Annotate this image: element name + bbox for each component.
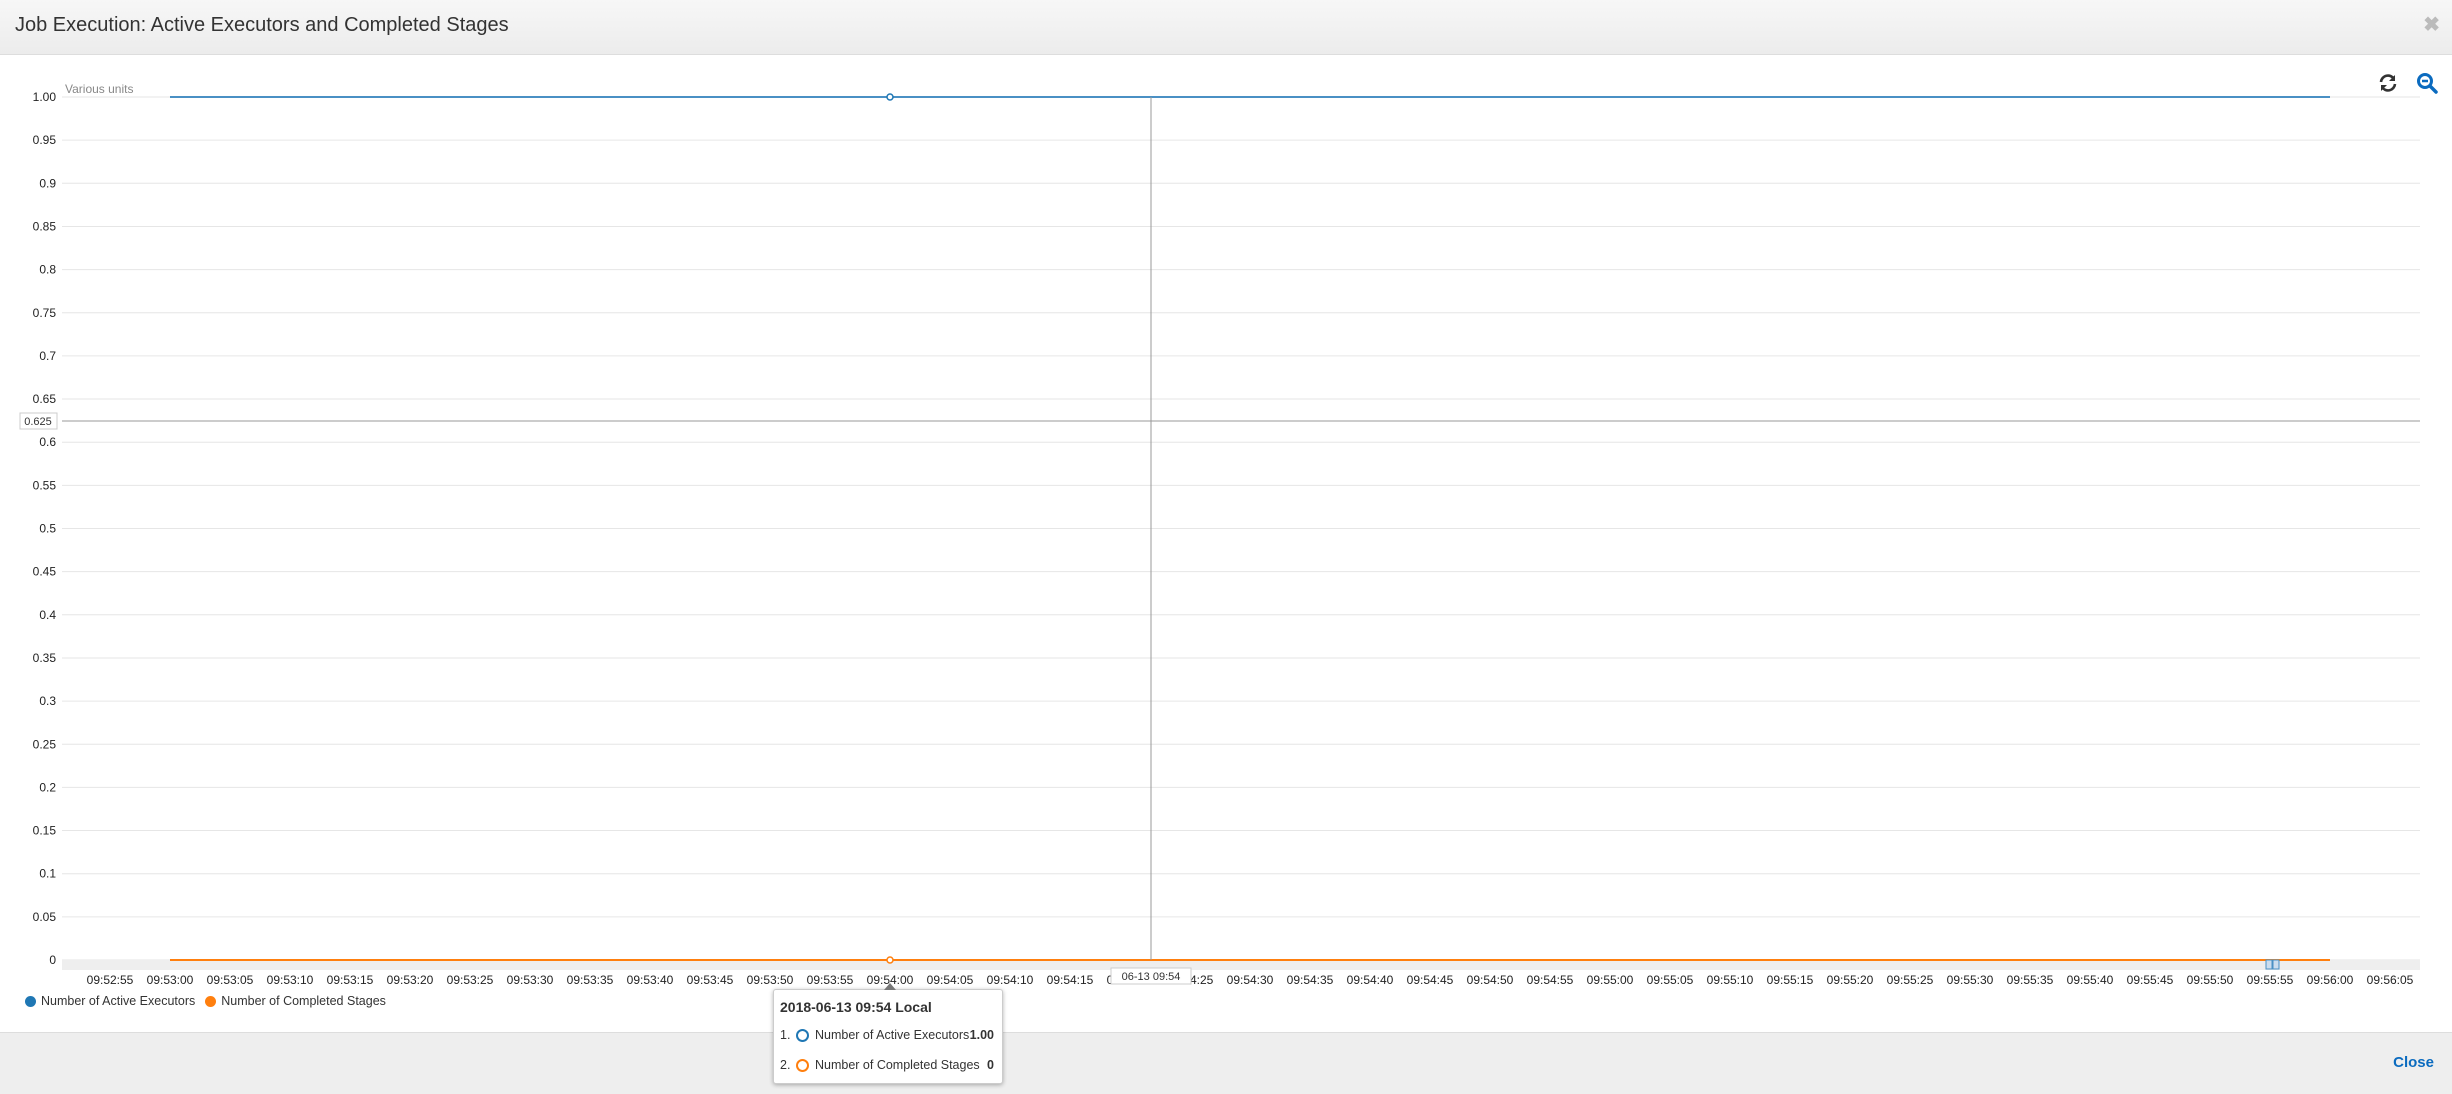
x-tick-label: 09:54:35 — [1287, 973, 1334, 987]
x-tick-label: 09:53:35 — [567, 973, 614, 987]
y-tick-label: 0.05 — [33, 910, 57, 924]
y-tick-label: 0.5 — [39, 522, 56, 536]
x-tick-label: 09:53:10 — [267, 973, 314, 987]
navigator-band — [62, 960, 2420, 970]
x-tick-label: 09:54:50 — [1467, 973, 1514, 987]
y-tick-label: 0.25 — [33, 737, 57, 751]
series-marker-icon — [796, 1058, 809, 1072]
x-tick-label: 09:54:40 — [1347, 973, 1394, 987]
y-tick-label: 0.4 — [39, 608, 56, 622]
data-point-marker — [886, 93, 894, 101]
x-tick-label: 09:55:20 — [1827, 973, 1874, 987]
series-marker-icon — [796, 1028, 809, 1042]
crosshair-y-label: 0.625 — [24, 416, 52, 428]
y-tick-label: 0.9 — [39, 176, 56, 190]
x-tick-label: 09:54:10 — [987, 973, 1034, 987]
y-tick-label: 0 — [49, 953, 56, 967]
line-chart: Various units 0 0.05 0.1 0.15 0.2 0.25 0.3 0.35… — [19, 82, 2420, 987]
legend-item-completed-stages[interactable]: Number of Completed Stages — [205, 994, 386, 1008]
y-tick-label: 0.2 — [39, 780, 56, 794]
x-tick-label: 09:54:30 — [1227, 973, 1274, 987]
x-tick-label: 09:54:55 — [1527, 973, 1574, 987]
x-tick-label: 09:55:15 — [1767, 973, 1814, 987]
tooltip-row: 1. Number of Active Executors 1.00 — [780, 1028, 994, 1042]
y-tick-label: 0.55 — [33, 478, 57, 492]
tooltip-row-label: Number of Completed Stages — [815, 1058, 980, 1072]
y-axis-label: Various units — [65, 82, 133, 96]
x-tick-label: 09:55:10 — [1707, 973, 1754, 987]
x-tick-label: 09:53:05 — [207, 973, 254, 987]
y-tick-label: 0.6 — [39, 435, 56, 449]
y-tick-label: 0.7 — [39, 349, 56, 363]
legend-label: Number of Completed Stages — [221, 994, 386, 1008]
y-tick-label: 0.95 — [33, 133, 57, 147]
x-tick-label: 09:52:55 — [87, 973, 134, 987]
x-tick-label: 09:55:05 — [1647, 973, 1694, 987]
legend-swatch — [205, 995, 217, 1007]
y-tick-label: 0.1 — [39, 867, 56, 881]
x-tick-label: 09:54:45 — [1407, 973, 1454, 987]
x-tick-label: 09:55:00 — [1587, 973, 1634, 987]
x-tick-label: 09:53:15 — [327, 973, 374, 987]
x-tick-label: 09:54:15 — [1047, 973, 1094, 987]
close-button[interactable]: Close — [2393, 1054, 2434, 1071]
legend-label: Number of Active Executors — [41, 994, 196, 1008]
crosshair-x-label: 06-13 09:54 — [1122, 971, 1181, 983]
x-tick-label: 09:55:35 — [2007, 973, 2054, 987]
x-tick-label: 09:55:30 — [1947, 973, 1994, 987]
legend-item-active-executors[interactable]: Number of Active Executors — [25, 994, 195, 1008]
tooltip-row-label: Number of Active Executors — [815, 1028, 970, 1042]
y-tick-label: 0.3 — [39, 694, 56, 708]
x-tick-label: 09:54:05 — [927, 973, 974, 987]
tooltip-row-value: 0 — [987, 1058, 994, 1072]
x-tick-label: 09:53:00 — [147, 973, 194, 987]
y-tick-label: 1.00 — [33, 90, 57, 104]
x-tick-label: 09:56:00 — [2307, 973, 2354, 987]
y-tick-label: 0.35 — [33, 651, 57, 665]
dialog-footer: Close — [0, 1032, 2452, 1094]
y-tick-label: 0.8 — [39, 263, 56, 277]
legend: Number of Active Executors Number of Com… — [25, 994, 386, 1008]
tooltip-row-value: 1.00 — [969, 1028, 994, 1042]
y-tick-label: 0.85 — [33, 219, 57, 233]
y-tick-label: 0.65 — [33, 392, 57, 406]
tooltip-title: 2018-06-13 09:54 Local — [780, 999, 932, 1015]
y-tick-label: 0.45 — [33, 565, 57, 579]
x-tick-label: 09:53:45 — [687, 973, 734, 987]
x-tick-label: 09:55:55 — [2247, 973, 2294, 987]
x-tick-label: 09:53:30 — [507, 973, 554, 987]
tooltip-row-index: 2. — [780, 1058, 791, 1072]
tooltip-row: 2. Number of Completed Stages 0 — [780, 1058, 994, 1072]
x-tick-label: 09:55:25 — [1887, 973, 1934, 987]
x-tick-label: 09:55:45 — [2127, 973, 2174, 987]
tooltip-row-index: 1. — [780, 1028, 791, 1042]
legend-swatch — [25, 995, 36, 1007]
navigator-handle[interactable] — [2265, 959, 2280, 970]
data-point-marker — [886, 956, 894, 964]
x-tick-label: 09:53:40 — [627, 973, 674, 987]
x-tick-label: 09:56:05 — [2367, 973, 2414, 987]
x-tick-label: 09:53:55 — [807, 973, 854, 987]
y-tick-label: 0.15 — [33, 824, 57, 838]
x-tick-label: 09:55:40 — [2067, 973, 2114, 987]
y-tick-label: 0.75 — [33, 306, 57, 320]
tooltip: 2018-06-13 09:54 Local 1. Number of Acti… — [773, 983, 1003, 1084]
x-tick-label: 09:55:50 — [2187, 973, 2234, 987]
x-tick-label: 09:53:50 — [747, 973, 794, 987]
x-tick-label: 09:53:25 — [447, 973, 494, 987]
x-tick-label: 09:53:20 — [387, 973, 434, 987]
